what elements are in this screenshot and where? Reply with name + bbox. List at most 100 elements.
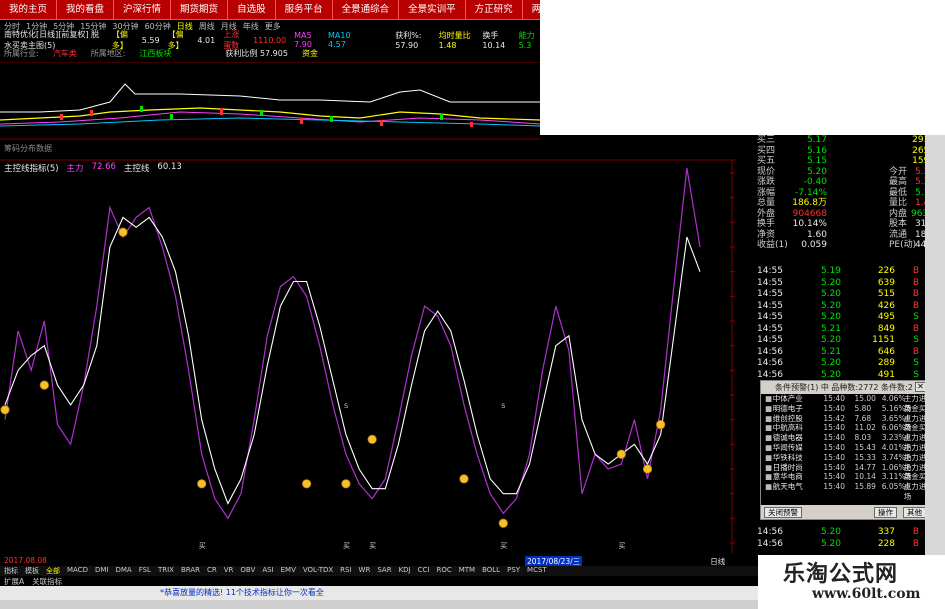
indicator-tab[interactable]: SAR — [377, 566, 391, 576]
indicator-tab[interactable]: KDJ — [399, 566, 411, 576]
alert-price: 14.77 — [854, 462, 876, 472]
period-tab[interactable]: 周线 — [199, 21, 215, 32]
menu-item[interactable]: 我的主页 — [0, 0, 58, 20]
close-alert-button[interactable]: 关闭预警 — [764, 506, 802, 518]
operate-button[interactable]: 操作 — [874, 506, 897, 518]
menu-item[interactable]: 我的看盘 — [57, 0, 115, 20]
indicator-tab[interactable]: BRAR — [181, 566, 200, 576]
quote-value: 5.17 — [806, 135, 827, 145]
quote-label-right: 内盘 — [889, 208, 908, 219]
alert-row[interactable]: ■ 华铁科技 15:40 15.33 3.74% 主力进场 — [761, 453, 929, 472]
tick-direction: S — [913, 335, 919, 345]
mini-price-chart[interactable] — [0, 62, 540, 140]
indicator-tab[interactable]: MACD — [67, 566, 88, 576]
menu-item[interactable]: 两融外港 — [523, 0, 579, 20]
tick-volume: 426 — [877, 300, 895, 311]
quote-label: 净资 — [757, 229, 776, 240]
quote-row: 买三 5.17 2914 — [757, 135, 935, 146]
indicator-tab[interactable]: ASI — [262, 566, 273, 576]
alert-row[interactable]: ■ 德诚电器 15:40 8.03 3.23% 主力进场 — [761, 433, 929, 452]
quote-row: 涨幅-7.14%最低5.18 — [757, 188, 935, 199]
alert-row[interactable]: ■ 意华电商 15:40 10.14 3.11% 黄金买点 — [761, 472, 929, 491]
tick-direction: B — [912, 277, 919, 288]
buy-marker-label: 买 — [199, 542, 206, 550]
status-bar[interactable]: *恭喜放量的精选! 11个技术指标让你一次看全 — [0, 586, 760, 600]
alert-row[interactable]: ■ 维创控股 15:42 7.68 3.65% 主力进场 — [761, 414, 929, 433]
indicator-tab[interactable]: DMA — [115, 566, 131, 576]
indicator-tab[interactable]: TRIX — [158, 566, 174, 576]
row-marker-icon: ■ — [765, 423, 773, 433]
indicator-tab[interactable]: MTM — [459, 566, 475, 576]
alert-change: 4.01% — [881, 442, 906, 452]
indicator-tab[interactable]: 全部 — [46, 566, 60, 576]
alert-row[interactable]: ■ 日播时尚 15:40 14.77 1.06% 主力进场 — [761, 462, 929, 482]
tick-volume: 289 — [877, 358, 895, 368]
indicator-tab[interactable]: CR — [207, 566, 217, 576]
tick-price: 5.20 — [820, 358, 841, 368]
tick-volume: 226 — [877, 266, 895, 276]
alert-row[interactable]: ■ 中体产业 15:40 15.00 4.06% 主力进场 — [761, 394, 929, 413]
menu-item[interactable]: 沪深行情 — [114, 0, 172, 20]
indicator-tab[interactable]: PSY — [507, 566, 520, 576]
tick-row: 14:55 5.20 639 B — [757, 278, 925, 290]
indicator-tab[interactable]: BOLL — [482, 566, 500, 576]
indicator-tab[interactable]: VOL-TDX — [303, 566, 333, 576]
tick-row: 14:56 5.20 337 B — [757, 527, 925, 539]
extension-tab[interactable]: 扩展A — [4, 576, 24, 586]
background-region — [540, 0, 945, 135]
indicator-tab[interactable]: VR — [224, 566, 234, 576]
industry-label: 所属行业: — [4, 48, 39, 58]
indicator-tab[interactable]: FSL — [139, 566, 151, 576]
tick-volume: 337 — [877, 527, 895, 537]
quote-label: 买四 — [757, 145, 776, 156]
tick-price: 5.21 — [820, 346, 841, 357]
indicator-tab[interactable]: 指标 — [4, 566, 18, 576]
indicator-tab[interactable]: EMV — [281, 566, 296, 576]
indicator-tab[interactable]: WR — [359, 566, 371, 576]
buy-point — [118, 227, 128, 237]
period-tab[interactable]: 更多 — [265, 21, 281, 32]
indicator-tab[interactable]: CCI — [418, 566, 430, 576]
oscillator-chart[interactable]: 95.0090.0085.0080.0075.0070.0065.0060.00… — [0, 158, 735, 553]
alert-name: 中航高科 — [772, 423, 803, 433]
indicator-tab[interactable]: ROC — [436, 566, 451, 576]
period-tab[interactable]: 年线 — [243, 21, 259, 32]
alert-row[interactable]: ■ 航天电气 15:40 15.89 6.05% 主力进场 — [761, 482, 929, 501]
side-toolbar[interactable] — [925, 135, 945, 595]
alert-row[interactable]: ■ 明德电子 15:40 5.80 5.16% 黄金买点 — [761, 404, 929, 423]
indicator-tab[interactable]: RSI — [340, 566, 351, 576]
indicator-tab[interactable]: MCST — [527, 566, 547, 576]
series-line-control — [4, 216, 701, 505]
alert-price: 11.02 — [854, 423, 876, 433]
tick-price: 5.20 — [820, 312, 841, 322]
menu-item[interactable]: 服务平台 — [276, 0, 333, 20]
tick-price: 5.19 — [820, 266, 841, 276]
tick-price: 5.20 — [820, 527, 841, 537]
alert-row[interactable]: ■ 中航高科 15:40 11.02 6.06% 黄金买点 — [761, 423, 929, 442]
indicator-tab[interactable]: OBV — [240, 566, 255, 576]
tick-price: 5.20 — [820, 289, 841, 299]
menu-item[interactable]: 期货期货 — [171, 0, 229, 20]
tick-volume: 228 — [877, 538, 895, 549]
indicator-tab[interactable]: DMI — [95, 566, 109, 576]
menu-item[interactable]: 自选股 — [228, 0, 276, 20]
watermark-url: www.60lt.com — [812, 586, 921, 602]
buy-point — [341, 479, 351, 489]
alert-popup[interactable]: 条件预警(1) 中 品种数:2772 条件数:2 ✕ ■ 中体产业 15:40 15.… — [760, 380, 930, 520]
other-button[interactable]: 其他 — [903, 506, 926, 518]
menu-item[interactable]: 方正研究 — [466, 0, 523, 20]
popup-footer: 关闭预警 操作 其他 — [761, 505, 929, 519]
alert-row[interactable]: ■ 华闻传媒 15:40 15.43 4.01% 主力进场 — [761, 442, 929, 462]
indicator-tab[interactable]: 模板 — [25, 566, 39, 576]
tick-list[interactable]: 14:55 5.19 226 B 14:55 5.20 639 B 14:55 5.20 515 B 1… — [757, 266, 925, 381]
tick-direction: B — [912, 538, 919, 549]
tick-time: 14:56 — [757, 346, 783, 357]
extension-tab[interactable]: 关联指标 — [32, 576, 62, 586]
quote-value: 5.15 — [806, 156, 827, 166]
menu-item[interactable]: 全景通综合 — [333, 0, 400, 20]
tick-list-bottom[interactable]: 14:56 5.20 337 B 14:56 5.20 228 B — [757, 527, 925, 550]
quote-value: 5.20 — [806, 166, 827, 177]
tick-row: 14:56 5.20 228 B — [757, 539, 925, 551]
main-value: 72.66 — [91, 162, 116, 172]
menu-item[interactable]: 全景实训平 — [399, 0, 466, 20]
